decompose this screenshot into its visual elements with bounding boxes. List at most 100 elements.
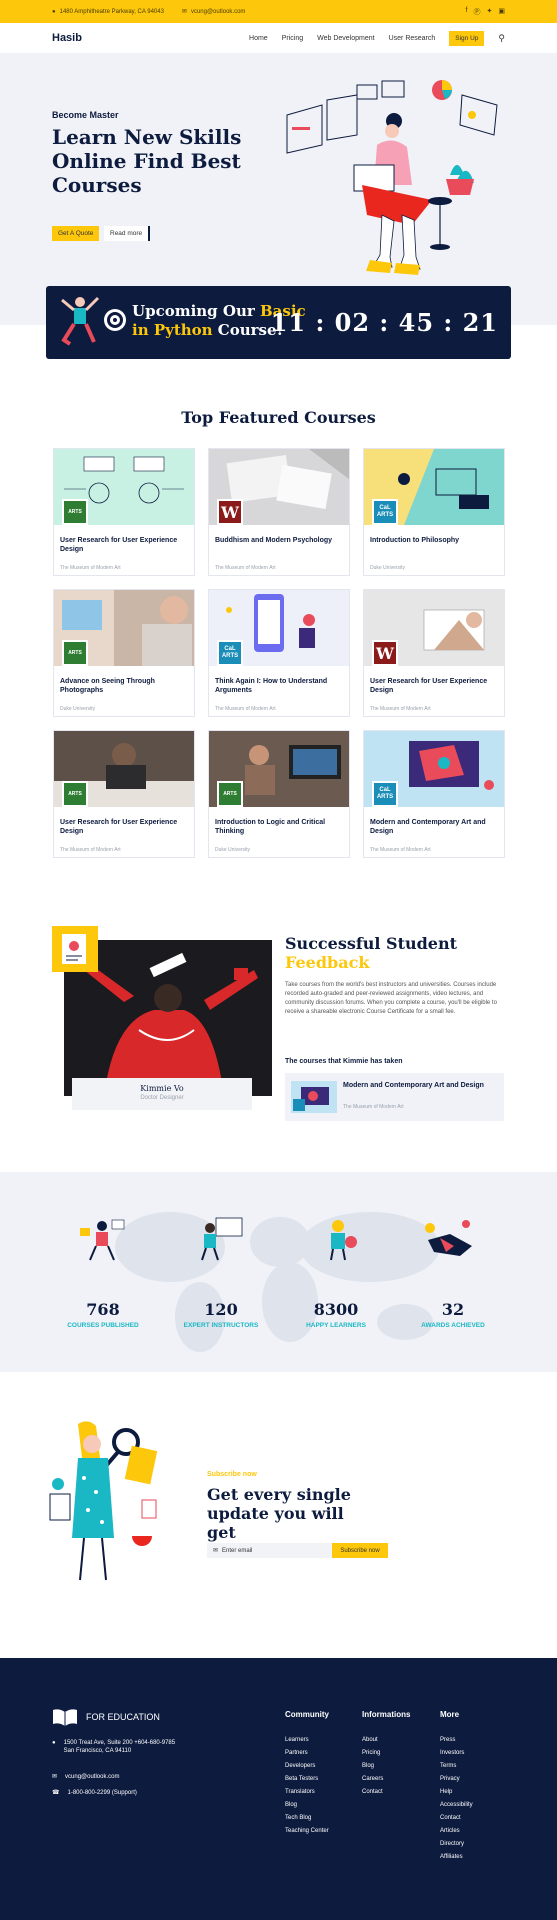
- footer-phone[interactable]: ☎ 1-800-800-2299 (Support): [52, 1789, 137, 1797]
- featured-courses-title: Top Featured Courses: [181, 408, 376, 427]
- footer-link[interactable]: Careers: [362, 1773, 410, 1786]
- twitter-icon[interactable]: ✦: [487, 7, 493, 17]
- footer-link[interactable]: Accessibility: [440, 1799, 473, 1812]
- get-quote-button[interactable]: Get A Quote: [52, 226, 100, 241]
- address-item: ● 1480 Amphitheatre Parkway, CA 94043: [52, 9, 164, 15]
- course-thumbnail[interactable]: ARTS: [54, 731, 194, 807]
- email-item[interactable]: ✉ vcung@outlook.com: [182, 8, 245, 16]
- course-thumbnail[interactable]: ARTS: [209, 731, 349, 807]
- footer-link[interactable]: Pricing: [362, 1747, 410, 1760]
- footer-link[interactable]: Learners: [285, 1734, 329, 1747]
- course-thumbnail[interactable]: W: [209, 449, 349, 525]
- course-card[interactable]: W Buddhism and Modern Psychology The Museu…: [208, 448, 350, 576]
- course-title[interactable]: User Research for User Experience Design: [60, 537, 188, 554]
- footer-logo[interactable]: FOR EDUCATION: [52, 1708, 160, 1726]
- footer-link[interactable]: Privacy: [440, 1773, 473, 1786]
- taken-course-card[interactable]: Modern and Contemporary Art and Design T…: [285, 1073, 504, 1121]
- footer-link[interactable]: Terms: [440, 1760, 473, 1773]
- student-role: Doctor Designer: [140, 1095, 184, 1101]
- footer-phone-text[interactable]: 1-800-800-2299 (Support): [67, 1789, 136, 1797]
- certificate-icon: [62, 934, 86, 964]
- learners-illustration: [330, 1220, 357, 1261]
- footer-link[interactable]: Tech Blog: [285, 1812, 329, 1825]
- course-card[interactable]: CaL ARTS Think Again I: How to Understand…: [208, 589, 350, 717]
- footer-link[interactable]: Directory: [440, 1838, 473, 1851]
- nav-item-home[interactable]: Home: [249, 35, 268, 42]
- signup-button[interactable]: Sign Up: [449, 30, 485, 46]
- course-card[interactable]: ARTS Advance on Seeing Through Photograph…: [53, 589, 195, 717]
- footer-email[interactable]: ✉ vcung@outlook.com: [52, 1773, 119, 1781]
- email-input[interactable]: ✉ Enter email: [207, 1543, 332, 1558]
- subscribe-button[interactable]: Subscribe now: [332, 1543, 388, 1558]
- read-more-button[interactable]: Read more: [104, 226, 151, 241]
- footer-link[interactable]: Beta Testers: [285, 1773, 329, 1786]
- course-thumbnail[interactable]: W: [364, 590, 504, 666]
- facebook-icon[interactable]: f: [466, 7, 468, 17]
- course-title[interactable]: Introduction to Logic and Critical Think…: [215, 819, 343, 836]
- stat-learners-label: HAPPY LEARNERS: [306, 1322, 366, 1329]
- instagram-icon[interactable]: ▣: [498, 7, 505, 17]
- course-card[interactable]: ARTS User Research for User Experience De…: [53, 448, 195, 576]
- footer-link[interactable]: Developers: [285, 1760, 329, 1773]
- course-card[interactable]: CaL ARTS Modern and Contemporary Art and …: [363, 730, 505, 858]
- footer-link[interactable]: Help: [440, 1786, 473, 1799]
- countdown-banner: Upcoming Our Basic in Python Course! 11 …: [46, 286, 511, 359]
- course-title[interactable]: Advance on Seeing Through Photographs: [60, 678, 188, 695]
- testimonial-description: Take courses from the world's best instr…: [285, 982, 497, 1015]
- course-title[interactable]: Introduction to Philosophy: [370, 537, 498, 546]
- email-input-placeholder[interactable]: Enter email: [222, 1548, 252, 1554]
- course-thumbnail[interactable]: ARTS: [54, 590, 194, 666]
- site-logo[interactable]: Hasib: [52, 32, 82, 44]
- email-text[interactable]: vcung@outlook.com: [191, 9, 245, 15]
- taken-course-title[interactable]: Modern and Contemporary Art and Design: [343, 1081, 493, 1090]
- nav-item-pricing[interactable]: Pricing: [282, 35, 303, 42]
- footer-link[interactable]: Partners: [285, 1747, 329, 1760]
- jumping-person-illustration: [61, 296, 100, 346]
- course-title[interactable]: Think Again I: How to Understand Argumen…: [215, 678, 343, 695]
- course-thumbnail[interactable]: CaL ARTS: [364, 449, 504, 525]
- university-badge: ARTS: [62, 640, 88, 666]
- footer-link[interactable]: Affiliates: [440, 1851, 473, 1864]
- subscribe-illustration: [49, 1421, 158, 1581]
- social-links: f Ⓟ ✦ ▣: [466, 7, 505, 17]
- countdown-timer: 11 : 02 : 45 : 21: [270, 308, 498, 337]
- course-title[interactable]: User Research for User Experience Design: [370, 678, 498, 695]
- search-icon[interactable]: ⚲: [498, 33, 505, 44]
- footer-email-text[interactable]: vcung@outlook.com: [65, 1773, 119, 1781]
- footer-brand: FOR EDUCATION: [86, 1712, 160, 1722]
- pinterest-icon[interactable]: Ⓟ: [474, 7, 481, 17]
- taken-courses-heading: The courses that Kimmie has taken: [285, 1058, 403, 1065]
- footer-link[interactable]: Contact: [362, 1786, 410, 1799]
- footer-link[interactable]: About: [362, 1734, 410, 1747]
- course-title[interactable]: Buddhism and Modern Psychology: [215, 537, 343, 546]
- footer-address: ● 1500 Treat Ave, Suite 200 +604-680-978…: [52, 1739, 175, 1755]
- course-card[interactable]: CaL ARTS Introduction to Philosophy Duke U…: [363, 448, 505, 576]
- nav-item-user-research[interactable]: User Research: [389, 35, 436, 42]
- footer-link[interactable]: Translators: [285, 1786, 329, 1799]
- footer-link[interactable]: Investors: [440, 1747, 473, 1760]
- course-card[interactable]: W User Research for User Experience Desig…: [363, 589, 505, 717]
- testimonial-title-main: Successful Student: [285, 934, 457, 953]
- top-bar: ● 1480 Amphitheatre Parkway, CA 94043 ✉ …: [0, 0, 557, 23]
- footer-link[interactable]: Teaching Center: [285, 1825, 329, 1838]
- course-org: The Museum of Modern Art: [215, 706, 276, 712]
- stat-awards: 32 AWARDS ACHIEVED: [398, 1300, 508, 1329]
- university-badge: CaL ARTS: [372, 499, 398, 525]
- footer-link[interactable]: Contact: [440, 1812, 473, 1825]
- nav-item-web-development[interactable]: Web Development: [317, 35, 374, 42]
- course-title[interactable]: Modern and Contemporary Art and Design: [370, 819, 498, 836]
- course-thumbnail[interactable]: CaL ARTS: [364, 731, 504, 807]
- footer-link[interactable]: Articles: [440, 1825, 473, 1838]
- course-card[interactable]: ARTS User Research for User Experience De…: [53, 730, 195, 858]
- stat-learners-number: 8300: [313, 1300, 359, 1319]
- university-badge: ARTS: [217, 781, 243, 807]
- stat-instructors-number: 120: [204, 1300, 238, 1319]
- footer-link[interactable]: Blog: [285, 1799, 329, 1812]
- course-title[interactable]: User Research for User Experience Design: [60, 819, 188, 836]
- hero-section: Become Master Learn New Skills Online Fi…: [0, 53, 557, 325]
- course-thumbnail[interactable]: CaL ARTS: [209, 590, 349, 666]
- footer-link[interactable]: Press: [440, 1734, 473, 1747]
- course-card[interactable]: ARTS Introduction to Logic and Critical T…: [208, 730, 350, 858]
- footer-link[interactable]: Blog: [362, 1760, 410, 1773]
- course-thumbnail[interactable]: ARTS: [54, 449, 194, 525]
